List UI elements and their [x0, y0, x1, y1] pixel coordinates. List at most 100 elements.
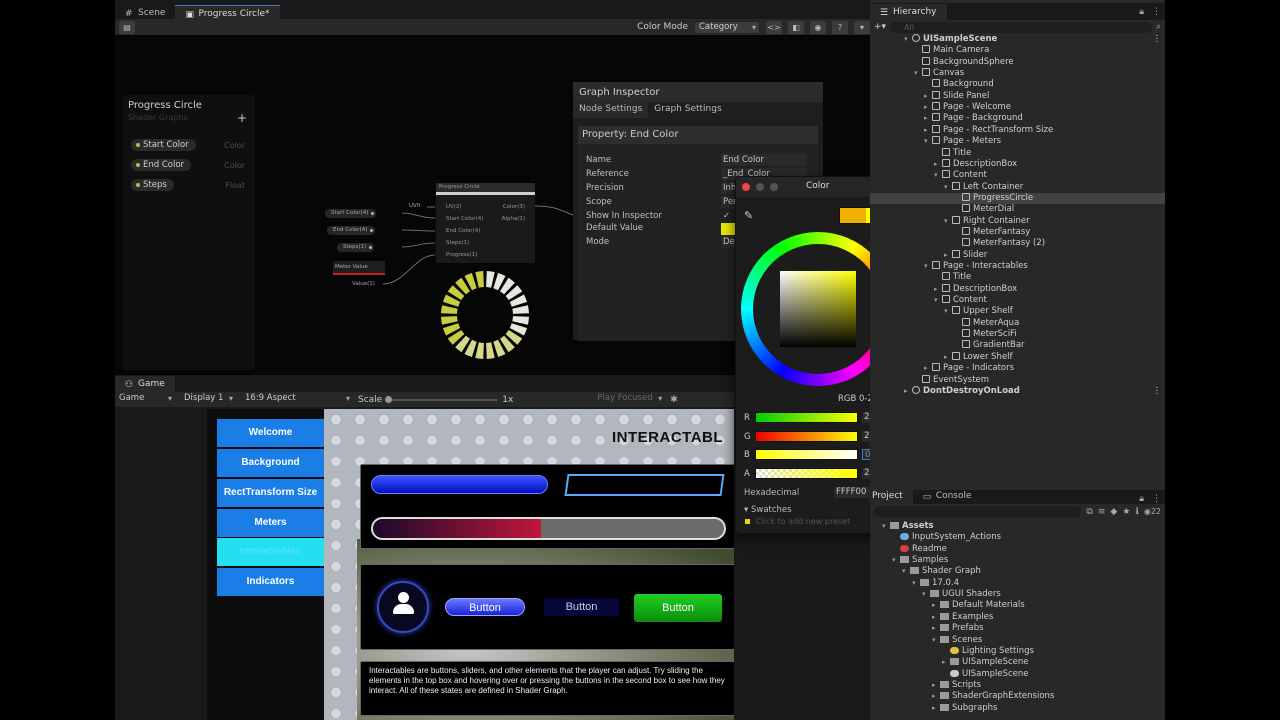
hierarchy-item[interactable]: Title [870, 147, 1165, 159]
more-icon[interactable]: ▾ [854, 20, 870, 34]
lock-icon[interactable]: 🔒︎ [1135, 494, 1148, 504]
hierarchy-item[interactable]: ▸ Slide Panel [870, 90, 1165, 102]
swatch-preset[interactable] [745, 519, 750, 524]
project-item[interactable]: UISampleScene [870, 669, 1165, 680]
expand-arrow-icon[interactable]: ▾ [932, 635, 940, 646]
collapse-arrow-icon[interactable]: ▸ [942, 657, 950, 668]
inspector-icon[interactable]: ◉ [810, 20, 826, 34]
red-slider[interactable] [755, 412, 858, 423]
blue-slider[interactable] [755, 449, 858, 460]
hierarchy-item[interactable]: GradientBar [870, 340, 1165, 351]
display-dropdown[interactable]: Display 1 [180, 393, 236, 406]
collapse-arrow-icon[interactable]: ▸ [932, 612, 940, 623]
nav-welcome[interactable]: Welcome [217, 419, 324, 447]
help-icon[interactable]: ? [832, 20, 848, 34]
expand-arrow-icon[interactable]: ▾ [934, 170, 942, 181]
hierarchy-item[interactable]: ▾ Page - Meters [870, 136, 1165, 147]
hierarchy-item[interactable]: ProgressCircle [870, 192, 1165, 204]
swatches-header[interactable]: ▾ Swatches [744, 505, 792, 515]
collapse-arrow-icon[interactable]: ▸ [924, 102, 932, 113]
nav-interactables[interactable]: Interactables [217, 538, 324, 566]
hierarchy-item[interactable]: ▸ Lower Shelf [870, 351, 1165, 363]
name-field[interactable]: End Color [721, 154, 807, 166]
expand-arrow-icon[interactable]: ▾ [902, 566, 910, 577]
tab-node-settings[interactable]: Node Settings [573, 102, 649, 118]
node-input[interactable]: UV(2) [446, 204, 462, 210]
nav-recttransform[interactable]: RectTransform Size [217, 479, 324, 507]
saturation-value-square[interactable] [780, 271, 856, 347]
hierarchy-item[interactable]: MeterAqua [870, 317, 1165, 329]
code-icon[interactable]: <> [766, 20, 782, 34]
hidden-count[interactable]: ◉22 [1144, 507, 1161, 516]
hierarchy-item[interactable]: ▾ Upper Shelf [870, 306, 1165, 317]
hierarchy-item[interactable]: ▸ Slider [870, 249, 1165, 261]
close-icon[interactable] [742, 183, 750, 191]
progress-circle-node[interactable]: Progress Circle UV(2) Start Color(4) End… [436, 183, 535, 263]
hierarchy-item[interactable]: EventSystem [870, 374, 1165, 386]
alpha-slider[interactable] [755, 468, 858, 479]
expand-arrow-icon[interactable]: ▾ [892, 555, 900, 566]
expand-arrow-icon[interactable]: ▾ [914, 68, 922, 79]
project-item[interactable]: Readme [870, 544, 1165, 555]
collapse-arrow-icon[interactable]: ▸ [932, 703, 940, 714]
meter-scifi[interactable] [564, 474, 725, 496]
collapse-arrow-icon[interactable]: ▸ [944, 250, 952, 261]
bug-icon[interactable]: ✱ [670, 395, 678, 405]
hierarchy-item[interactable]: MeterFantasy (2) [870, 238, 1165, 249]
expand-arrow-icon[interactable]: ▾ [904, 34, 912, 45]
row-menu-icon[interactable]: ⋮ [1153, 386, 1162, 397]
hierarchy-item[interactable]: ▾ Page - Interactables [870, 261, 1165, 272]
hierarchy-item[interactable]: ▾ Content [870, 295, 1165, 306]
hierarchy-item[interactable]: Main Camera [870, 45, 1165, 56]
uv-node[interactable]: UV0 [409, 203, 420, 209]
aspect-dropdown[interactable]: 16:9 Aspect [241, 393, 353, 406]
play-focused-dropdown[interactable]: Play Focused [593, 393, 666, 406]
button-dark[interactable]: Button [544, 598, 619, 616]
expand-arrow-icon[interactable]: ▾ [944, 182, 952, 193]
project-item[interactable]: ▾ Shader Graph [870, 566, 1165, 577]
tab-console[interactable]: ▭ Console [913, 490, 982, 504]
collapse-arrow-icon[interactable]: ▸ [924, 91, 932, 102]
hierarchy-item[interactable]: ▸ DontDestroyOnLoad ⋮ [870, 385, 1165, 397]
hierarchy-item[interactable]: ▸ Page - Background [870, 113, 1165, 124]
collapse-arrow-icon[interactable]: ▸ [924, 363, 932, 374]
tab-hierarchy[interactable]: ☰ Hierarchy [870, 4, 947, 20]
save-icon[interactable]: ▤ [119, 20, 135, 34]
collapse-arrow-icon[interactable]: ▸ [944, 352, 952, 363]
nav-indicators[interactable]: Indicators [217, 568, 324, 596]
collapse-arrow-icon[interactable]: ▸ [934, 284, 942, 295]
nav-background[interactable]: Background [217, 449, 324, 477]
node-output[interactable]: Alpha(1) [502, 216, 525, 222]
tab-graph-settings[interactable]: Graph Settings [648, 102, 727, 118]
project-item[interactable]: ▸ Subgraphs [870, 703, 1165, 714]
project-item[interactable]: ▸ UISampleScene [870, 657, 1165, 668]
star-icon[interactable]: ★ [1122, 507, 1130, 517]
lock-icon[interactable]: 🔒︎ [1135, 7, 1148, 20]
collapse-arrow-icon[interactable]: ▸ [924, 125, 932, 136]
node-input[interactable]: Steps(1) [446, 240, 469, 246]
zoom-icon[interactable] [770, 183, 778, 191]
collapse-arrow-icon[interactable]: ▸ [932, 680, 940, 691]
collapse-arrow-icon[interactable]: ▸ [932, 623, 940, 634]
label-icon[interactable]: ◆ [1110, 507, 1117, 517]
project-item[interactable]: ▸ ShaderGraphExtensions [870, 691, 1165, 702]
expand-arrow-icon[interactable]: ▾ [944, 306, 952, 317]
meter-value-node[interactable]: Meter Value [333, 261, 385, 275]
node-input[interactable]: Progress(1) [446, 252, 477, 258]
default-value-color-field[interactable] [721, 223, 735, 235]
project-item[interactable]: InputSystem_Actions [870, 532, 1165, 543]
hierarchy-item[interactable]: BackgroundSphere [870, 56, 1165, 68]
expand-arrow-icon[interactable]: ▾ [882, 521, 890, 532]
tab-project[interactable]: Project [870, 490, 913, 504]
filter-icon[interactable]: ≡ [1098, 507, 1106, 517]
expand-arrow-icon[interactable]: ▾ [924, 136, 932, 147]
expand-arrow-icon[interactable]: ▾ [944, 216, 952, 227]
collapse-arrow-icon[interactable]: ▸ [934, 159, 942, 170]
hierarchy-item[interactable]: ▾ Right Container [870, 215, 1165, 227]
property-node[interactable]: Start Color(4) [325, 209, 377, 218]
info-icon[interactable]: ℹ [1135, 507, 1138, 517]
property-node[interactable]: End Color(4) [327, 226, 376, 235]
collapse-arrow-icon[interactable]: ▸ [924, 113, 932, 124]
button-primary[interactable]: Button [445, 598, 525, 616]
blackboard-icon[interactable]: ◧ [788, 20, 804, 34]
